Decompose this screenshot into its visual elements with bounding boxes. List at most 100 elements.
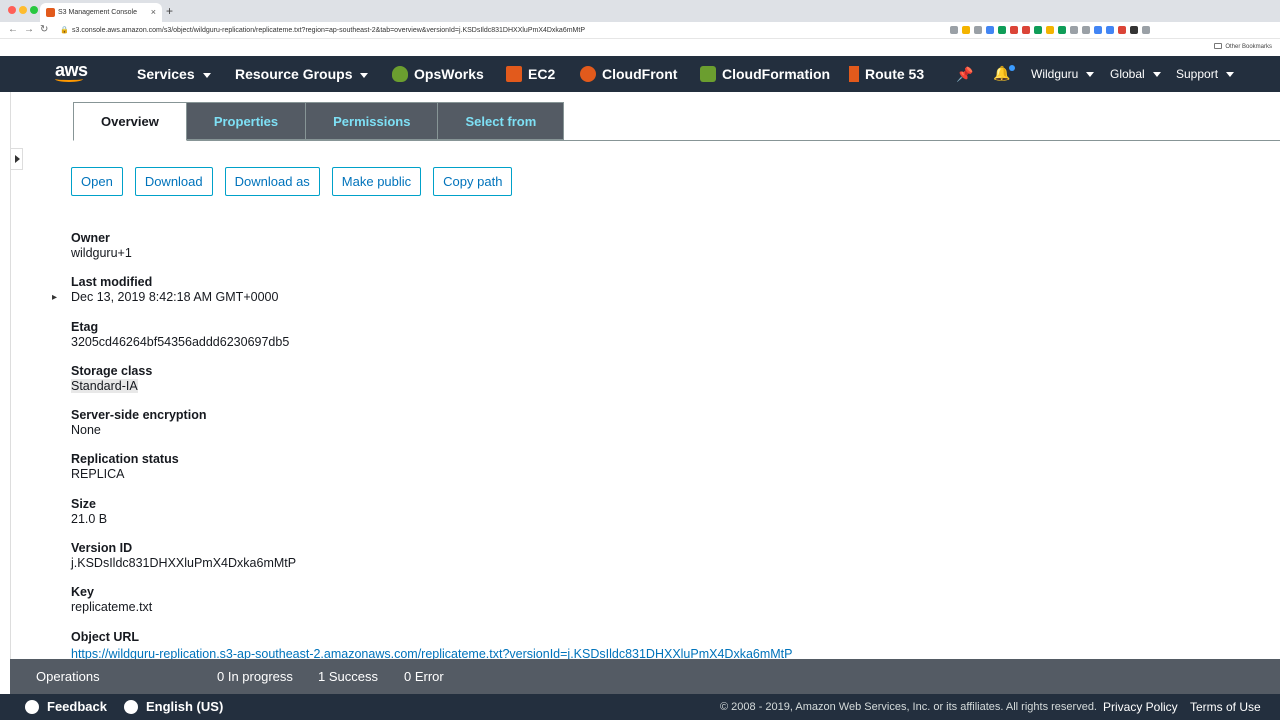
- extensions-bar: [950, 24, 1150, 37]
- language-selector[interactable]: English (US): [124, 694, 223, 720]
- new-tab-button[interactable]: +: [166, 3, 173, 20]
- extension-icon[interactable]: [962, 26, 970, 34]
- other-bookmarks-label: Other Bookmarks: [1225, 44, 1272, 50]
- chevron-down-icon: [360, 72, 369, 78]
- ops-error[interactable]: 0 Error: [404, 659, 444, 694]
- tab-overview[interactable]: Overview: [73, 102, 187, 141]
- make-public-button[interactable]: Make public: [331, 167, 422, 196]
- prop-replication-status: Replication status REPLICA: [71, 452, 1171, 496]
- browser-tab-title: S3 Management Console: [58, 9, 137, 16]
- aws-logo-text: aws: [55, 60, 88, 80]
- support-menu[interactable]: Support: [1176, 56, 1235, 92]
- feedback-label: Feedback: [47, 699, 107, 714]
- extension-icon[interactable]: [1046, 26, 1054, 34]
- terms-of-use-link[interactable]: Terms of Use: [1190, 694, 1261, 720]
- extension-icon[interactable]: [1118, 26, 1126, 34]
- ops-in-progress[interactable]: 0 In progress: [217, 659, 293, 694]
- prop-value: 3205cd46264bf54356addd6230697db5: [71, 334, 290, 349]
- prop-version-id: Version ID j.KSDsIldc831DHXXluPmX4Dxka6m…: [71, 541, 1171, 585]
- aws-logo[interactable]: aws: [55, 61, 91, 87]
- operations-bar[interactable]: Operations 0 In progress 1 Success 0 Err…: [10, 659, 1280, 694]
- tab-properties[interactable]: Properties: [185, 102, 307, 140]
- tab-select-from[interactable]: Select from: [437, 102, 565, 140]
- support-label: Support: [1176, 67, 1219, 81]
- ec2-icon: [506, 65, 522, 82]
- shortcut-cloudfront[interactable]: CloudFront: [580, 56, 677, 92]
- tab-permissions[interactable]: Permissions: [305, 102, 439, 140]
- resource-groups-menu[interactable]: Resource Groups: [235, 56, 369, 92]
- other-bookmarks[interactable]: Other Bookmarks: [1214, 41, 1272, 53]
- prop-owner: Owner wildguru+1: [71, 231, 1171, 275]
- globe-icon: [124, 699, 138, 714]
- feedback-link[interactable]: Feedback: [25, 694, 107, 720]
- notification-dot: [1009, 65, 1015, 71]
- extension-icon[interactable]: [1070, 26, 1078, 34]
- copy-path-button[interactable]: Copy path: [433, 167, 513, 196]
- services-menu[interactable]: Services: [137, 56, 211, 92]
- window-zoom-button[interactable]: [30, 6, 38, 14]
- extension-icon[interactable]: [1082, 26, 1090, 34]
- cloudfront-icon: [580, 65, 596, 82]
- prop-label: Storage class: [71, 363, 153, 378]
- browser-tab[interactable]: S3 Management Console ×: [40, 3, 162, 22]
- open-button[interactable]: Open: [71, 167, 123, 196]
- extension-icon[interactable]: [950, 26, 958, 34]
- prop-value: replicateme.txt: [71, 600, 153, 615]
- shortcut-label: CloudFront: [602, 66, 678, 82]
- extension-icon[interactable]: [1142, 26, 1150, 34]
- extension-icon[interactable]: [1106, 26, 1114, 34]
- prop-key: Key replicateme.txt: [71, 585, 1171, 629]
- shortcut-route53[interactable]: Route 53: [849, 56, 924, 92]
- bell-icon[interactable]: 🔔: [993, 65, 1010, 82]
- prop-value: 21.0 B: [71, 511, 108, 526]
- shortcut-ec2[interactable]: EC2: [506, 56, 555, 92]
- prop-last-modified: Last modified Dec 13, 2019 8:42:18 AM GM…: [71, 275, 1171, 319]
- object-properties: Owner wildguru+1 Last modified Dec 13, 2…: [71, 231, 1171, 674]
- operations-label: Operations: [36, 669, 100, 684]
- object-actions: Open Download Download as Make public Co…: [71, 167, 513, 196]
- tab-close-icon[interactable]: ×: [151, 3, 156, 22]
- prop-label: Server-side encryption: [71, 408, 207, 423]
- prop-label: Last modified: [71, 275, 153, 290]
- pin-icon[interactable]: 📌: [956, 66, 973, 83]
- resource-groups-label: Resource Groups: [235, 66, 353, 82]
- chevron-down-icon: [1226, 72, 1235, 78]
- ops-success[interactable]: 1 Success: [318, 659, 378, 694]
- extension-icon[interactable]: [986, 26, 994, 34]
- window-minimize-button[interactable]: [19, 6, 27, 14]
- extension-icon[interactable]: [1094, 26, 1102, 34]
- privacy-policy-link[interactable]: Privacy Policy: [1103, 694, 1178, 720]
- prop-value: j.KSDsIldc831DHXXluPmX4Dxka6mMtP: [71, 556, 297, 571]
- account-menu[interactable]: Wildguru: [1031, 56, 1095, 92]
- sidebar-toggle[interactable]: [11, 148, 23, 170]
- download-as-button[interactable]: Download as: [224, 167, 320, 196]
- prop-label: Etag: [71, 319, 99, 334]
- prop-value: None: [71, 423, 101, 438]
- download-button[interactable]: Download: [134, 167, 213, 196]
- footer: Feedback English (US) © 2008 - 2019, Ama…: [0, 694, 1280, 720]
- extension-icon[interactable]: [1022, 26, 1030, 34]
- extension-icon[interactable]: [1058, 26, 1066, 34]
- cloudformation-icon: [700, 65, 716, 82]
- route53-icon: [849, 65, 859, 82]
- prop-label: Object URL: [71, 629, 140, 644]
- shortcut-cloudformation[interactable]: CloudFormation: [700, 56, 830, 92]
- chevron-down-icon: [202, 72, 211, 78]
- forward-icon[interactable]: →: [24, 23, 34, 37]
- reload-icon[interactable]: ↻: [40, 23, 48, 37]
- prop-size: Size 21.0 B: [71, 497, 1171, 541]
- url-field[interactable]: 🔒 s3.console.aws.amazon.com/s3/object/wi…: [58, 23, 968, 38]
- extension-icon[interactable]: [1034, 26, 1042, 34]
- extension-icon[interactable]: [1010, 26, 1018, 34]
- aws-top-nav: aws Services Resource Groups OpsWorks EC…: [0, 56, 1280, 92]
- shortcut-opsworks[interactable]: OpsWorks: [392, 56, 484, 92]
- extension-icon[interactable]: [1130, 26, 1138, 34]
- prop-value: REPLICA: [71, 467, 125, 482]
- extension-icon[interactable]: [974, 26, 982, 34]
- region-menu[interactable]: Global: [1110, 56, 1161, 92]
- window-close-button[interactable]: [8, 6, 16, 14]
- back-icon[interactable]: ←: [8, 23, 18, 37]
- prop-etag: Etag 3205cd46264bf54356addd6230697db5: [71, 320, 1171, 364]
- shortcut-label: CloudFormation: [722, 66, 831, 82]
- extension-icon[interactable]: [998, 26, 1006, 34]
